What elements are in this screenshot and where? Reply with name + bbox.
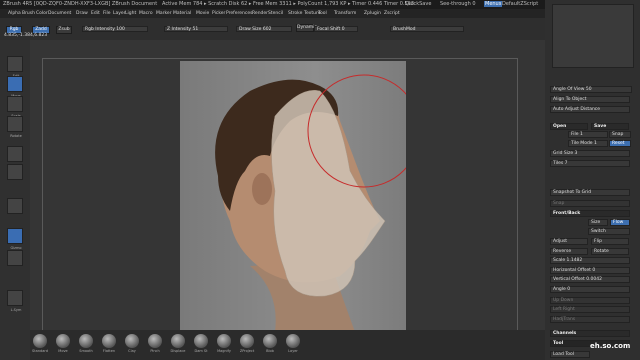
quicksave-button[interactable]: QuickSave — [405, 1, 431, 7]
left-tool-label: Rotate — [10, 134, 22, 138]
left-tool-edit[interactable]: Edit — [7, 56, 23, 78]
menu-document[interactable]: Document — [48, 11, 71, 16]
size-button[interactable]: Size — [588, 219, 608, 226]
align-to-object-button[interactable]: Align To Object — [550, 96, 630, 103]
file-slider[interactable]: File 1 — [568, 131, 608, 138]
menu-light[interactable]: Light — [125, 11, 136, 16]
tile-mode-slider[interactable]: Tile Mode 1 — [568, 140, 608, 147]
menu-material[interactable]: Material — [173, 11, 191, 16]
rgb-intensity-slider[interactable]: Rgb Intensity 100 — [82, 26, 148, 32]
focal-shift-slider[interactable]: Focal Shift 0 — [314, 26, 358, 32]
brush-dam-st-icon[interactable] — [194, 334, 208, 348]
left-tool-label: L.Sym — [10, 308, 22, 312]
menu-layer[interactable]: Layer — [113, 11, 126, 16]
brush-zproject-icon[interactable] — [240, 334, 254, 348]
menu-macro[interactable]: Macro — [139, 11, 153, 16]
menu-brush[interactable]: Brush — [22, 11, 35, 16]
left-tool-slot-4[interactable] — [7, 146, 23, 162]
watermark-text: eh.so.com — [590, 342, 631, 350]
left-tool-move[interactable]: Move — [7, 76, 23, 98]
menu-edit[interactable]: Edit — [91, 11, 100, 16]
menu-tool[interactable]: Tool — [318, 11, 327, 16]
save-button[interactable]: Save — [591, 123, 629, 130]
flow-button[interactable]: Flow — [610, 219, 630, 226]
switch-button[interactable]: Switch — [588, 228, 630, 235]
menu-render[interactable]: Render — [252, 11, 268, 16]
scale-slider[interactable]: Scale 1.1482 — [550, 257, 630, 264]
draw-size-slider[interactable]: Draw Size 602 — [236, 26, 292, 32]
angle-of-view-slider[interactable]: Angle Of View 50 — [550, 86, 632, 93]
brush-move-icon[interactable] — [56, 334, 70, 348]
coordinates-readout: 4.835,-1.384,6.823 — [4, 33, 48, 38]
menu-picker[interactable]: Picker — [212, 11, 225, 16]
menu-stroke[interactable]: Stroke — [288, 11, 302, 16]
left-tool-slot-5[interactable] — [7, 164, 23, 180]
angle-slider[interactable]: Angle 0 — [550, 286, 630, 293]
dynamic-button[interactable]: Dynamic — [296, 24, 317, 32]
open-button[interactable]: Open — [550, 123, 588, 130]
left-right-slider[interactable]: Left Right — [550, 306, 630, 313]
left-tool-gizmo[interactable]: Gizmo — [7, 228, 23, 250]
menu-color[interactable]: Color — [36, 11, 48, 16]
tiles-slider[interactable]: Tiles 7 — [550, 160, 630, 167]
brush-displace-icon[interactable] — [171, 334, 185, 348]
menu-draw[interactable]: Draw — [76, 11, 88, 16]
menu-transform[interactable]: Transform — [334, 11, 356, 16]
left-tray: EditMoveScale Rotate Gizmo L.Sym — [0, 40, 30, 360]
snap-dim-button[interactable]: Snap — [550, 200, 630, 207]
adjust-button[interactable]: Adjust — [550, 238, 588, 245]
vertical-offset-slider[interactable]: Vertical Offset 0.0042 — [550, 276, 630, 283]
menu-bar: Alpha Brush Color Document Draw Edit File Layer… — [0, 9, 640, 18]
grid-size-slider[interactable]: Grid Size 3 — [550, 150, 630, 157]
navigator-thumbnail[interactable] — [552, 4, 634, 68]
brush-standard-icon[interactable] — [33, 334, 47, 348]
up-down-slider[interactable]: Up Down — [550, 297, 630, 304]
menu-movie[interactable]: Movie — [196, 11, 209, 16]
load-tool-button[interactable]: Load Tool — [550, 351, 590, 358]
brush-flatten-icon[interactable] — [102, 334, 116, 348]
menu-preferences[interactable]: Preferences — [226, 11, 252, 16]
head-model[interactable] — [180, 61, 406, 332]
brush-pinch-icon[interactable] — [148, 334, 162, 348]
left-tool-rotate[interactable]: Rotate — [7, 116, 23, 138]
default-zscript-button[interactable]: DefaultZScript — [502, 1, 538, 7]
left-tool-slot-8[interactable] — [7, 250, 23, 266]
snapshot-to-grid-button[interactable]: Snapshot To Grid — [550, 189, 630, 196]
channels-header[interactable]: Channels — [550, 330, 630, 337]
top-shelf: Rgb Zadd Zsub Rgb Intensity 100 Z Intens… — [0, 18, 545, 41]
deformed-mesh-shape — [271, 90, 386, 297]
z-intensity-slider[interactable]: Z Intensity 51 — [164, 26, 228, 32]
reset-button[interactable]: Reset — [609, 140, 631, 147]
flip-button[interactable]: Flip — [591, 238, 629, 245]
hadjtrans-slider[interactable]: HadjTrans — [550, 316, 630, 323]
menu-zscript[interactable]: Zscript — [384, 11, 400, 16]
menu-zplugin[interactable]: Zplugin — [364, 11, 381, 16]
frontback-header[interactable]: Front/Back — [550, 210, 630, 217]
see-through-slider[interactable]: See-through 0 — [440, 1, 476, 7]
menu-marker[interactable]: Marker — [156, 11, 172, 16]
snap-button[interactable]: Snap — [609, 131, 631, 138]
left-tool-scale[interactable]: Scale — [7, 96, 23, 118]
brushmod-slider[interactable]: BrushMod — [390, 26, 464, 32]
brush-magnify-icon[interactable] — [217, 334, 231, 348]
menu-alpha[interactable]: Alpha — [8, 11, 21, 16]
auto-adjust-distance-button[interactable]: Auto Adjust Distance — [550, 106, 630, 113]
reverse-button[interactable]: Reverse — [550, 248, 588, 255]
memory-stats: Active Mem 784 ▸ Scratch Disk 62 ▸ Free … — [162, 1, 415, 7]
left-tool-slot-6[interactable] — [7, 198, 23, 214]
menu-file[interactable]: File — [103, 11, 111, 16]
brush-smooth-icon[interactable] — [79, 334, 93, 348]
zsub-button[interactable]: Zsub — [56, 26, 72, 34]
brush-label: Layer — [288, 349, 298, 353]
brush-blob-icon[interactable] — [263, 334, 277, 348]
horizontal-offset-slider[interactable]: Horizontal Offset 0 — [550, 267, 630, 274]
brush-layer-icon[interactable] — [286, 334, 300, 348]
left-tool-l-sym[interactable]: L.Sym — [7, 290, 23, 312]
app-title: ZBrush 4R5 [0QD-ZQF0-ZNDH-XXF3-LXGB] ZBr… — [3, 1, 158, 7]
rotate-button[interactable]: Rotate — [591, 248, 629, 255]
ear-shape — [252, 173, 272, 205]
brush-clay-icon[interactable] — [125, 334, 139, 348]
menu-stencil[interactable]: Stencil — [268, 11, 283, 16]
menus-button[interactable]: Menus — [484, 1, 503, 7]
